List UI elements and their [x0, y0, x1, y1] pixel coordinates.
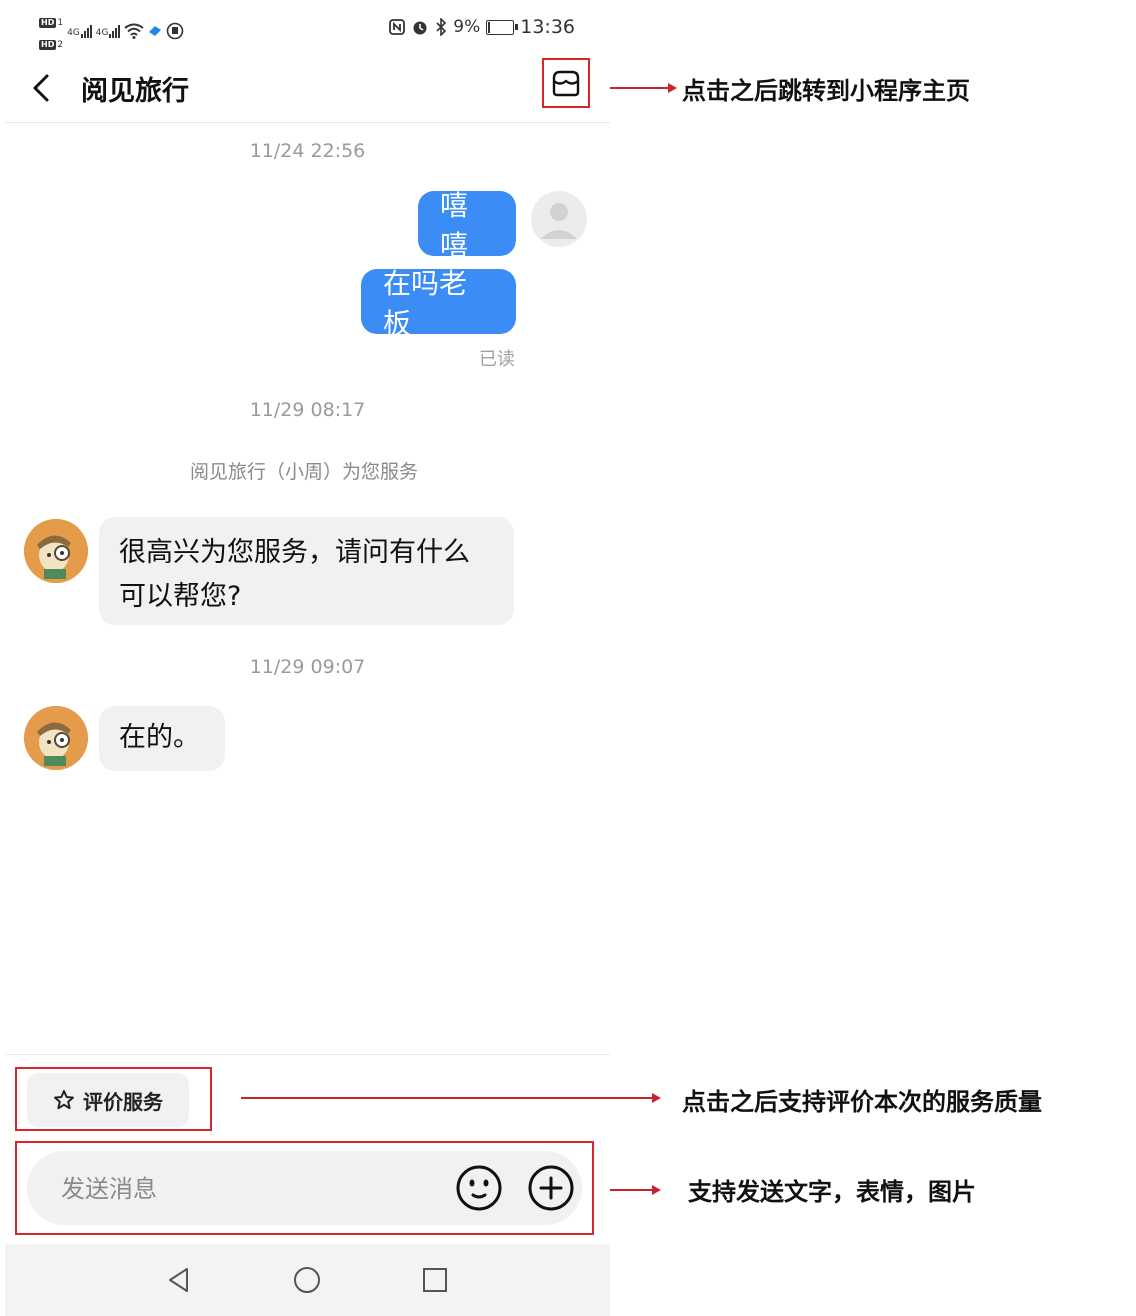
emoji-icon	[456, 1165, 502, 1211]
message-input-container	[27, 1151, 582, 1227]
chevron-left-icon	[33, 74, 49, 102]
mini-program-home-button[interactable]	[542, 58, 590, 108]
default-avatar-icon	[541, 203, 577, 239]
incoming-message-bubble[interactable]: 很高兴为您服务，请问有什么可以帮您?	[99, 517, 514, 625]
annotation-arrow-line	[241, 1097, 653, 1099]
emoji-button[interactable]	[455, 1164, 503, 1212]
agent-avatar-icon	[24, 706, 88, 770]
circle-home-icon	[294, 1267, 320, 1293]
annotation-rate: 点击之后支持评价本次的服务质量	[682, 1088, 1042, 1116]
signal-icon: 4G	[67, 24, 92, 38]
plus-button[interactable]	[527, 1164, 575, 1212]
timestamp: 11/29 08:17	[249, 399, 366, 421]
annotation-arrowhead	[668, 83, 677, 93]
square-recents-icon	[423, 1268, 447, 1292]
phone-screen: HD 1 HD 2 4G 4G 9% 13:36 阅见旅行 11/24 22:5…	[5, 0, 610, 1316]
clock: 13:36	[520, 16, 575, 38]
hd-badge: HD	[39, 40, 57, 50]
incoming-message-bubble[interactable]: 在的。	[99, 706, 225, 771]
nfc-icon	[389, 19, 406, 35]
chat-messages[interactable]: 11/24 22:56 嘻嘻 在吗老板 已读 11/29 08:17 阅见旅行（…	[5, 123, 610, 1053]
nav-recents-button[interactable]	[419, 1264, 451, 1296]
rate-service-button[interactable]: 评价服务	[27, 1073, 189, 1127]
plus-circle-icon	[528, 1165, 574, 1211]
page-title: 阅见旅行	[81, 76, 189, 107]
wifi-icon	[124, 23, 145, 39]
timestamp: 11/29 09:07	[249, 656, 366, 678]
avatar[interactable]	[531, 191, 587, 247]
read-receipt: 已读	[479, 349, 515, 370]
star-icon	[54, 1090, 74, 1110]
store-icon	[552, 70, 580, 97]
annotation-arrowhead	[652, 1185, 661, 1195]
annotation-arrow-line	[610, 1189, 654, 1191]
triangle-back-icon	[169, 1268, 188, 1292]
chat-header: 阅见旅行	[5, 56, 610, 123]
battery-percent: 9%	[453, 17, 481, 37]
shield-icon	[167, 22, 184, 39]
status-bar: HD 1 HD 2 4G 4G 9% 13:36	[5, 0, 610, 56]
outgoing-message-bubble[interactable]: 嘻嘻	[418, 189, 516, 262]
message-input[interactable]	[59, 1151, 443, 1227]
app-notification-icon	[149, 25, 162, 36]
timestamp: 11/24 22:56	[249, 140, 366, 162]
rate-service-label: 评价服务	[83, 1089, 163, 1114]
bottom-bar: 评价服务	[5, 1054, 610, 1245]
status-right: 9% 13:36	[389, 16, 575, 38]
annotation-arrowhead	[652, 1093, 661, 1103]
system-navigation-bar	[5, 1244, 610, 1316]
back-button[interactable]	[23, 68, 63, 108]
annotation-input: 支持发送文字，表情，图片	[688, 1178, 976, 1206]
rate-service-highlight: 评价服务	[15, 1067, 212, 1131]
battery-icon	[486, 19, 519, 35]
bluetooth-icon	[436, 18, 447, 36]
signal-icon: 4G	[96, 24, 121, 38]
outgoing-message-bubble[interactable]: 在吗老板	[361, 267, 516, 340]
nav-home-button[interactable]	[291, 1264, 323, 1296]
battery-fill	[488, 21, 491, 33]
hd-badge: HD	[39, 18, 57, 28]
message-input-highlight	[15, 1141, 594, 1235]
agent-avatar-icon	[24, 519, 88, 583]
agent-avatar[interactable]	[24, 519, 88, 583]
status-left: HD 1 HD 2 4G 4G	[39, 10, 184, 51]
nav-back-button[interactable]	[163, 1264, 195, 1296]
annotation-arrow-line	[610, 87, 670, 89]
annotation-store: 点击之后跳转到小程序主页	[682, 77, 970, 105]
system-message: 阅见旅行（小周）为您服务	[190, 461, 419, 483]
agent-avatar[interactable]	[24, 706, 88, 770]
alarm-icon	[413, 21, 427, 35]
